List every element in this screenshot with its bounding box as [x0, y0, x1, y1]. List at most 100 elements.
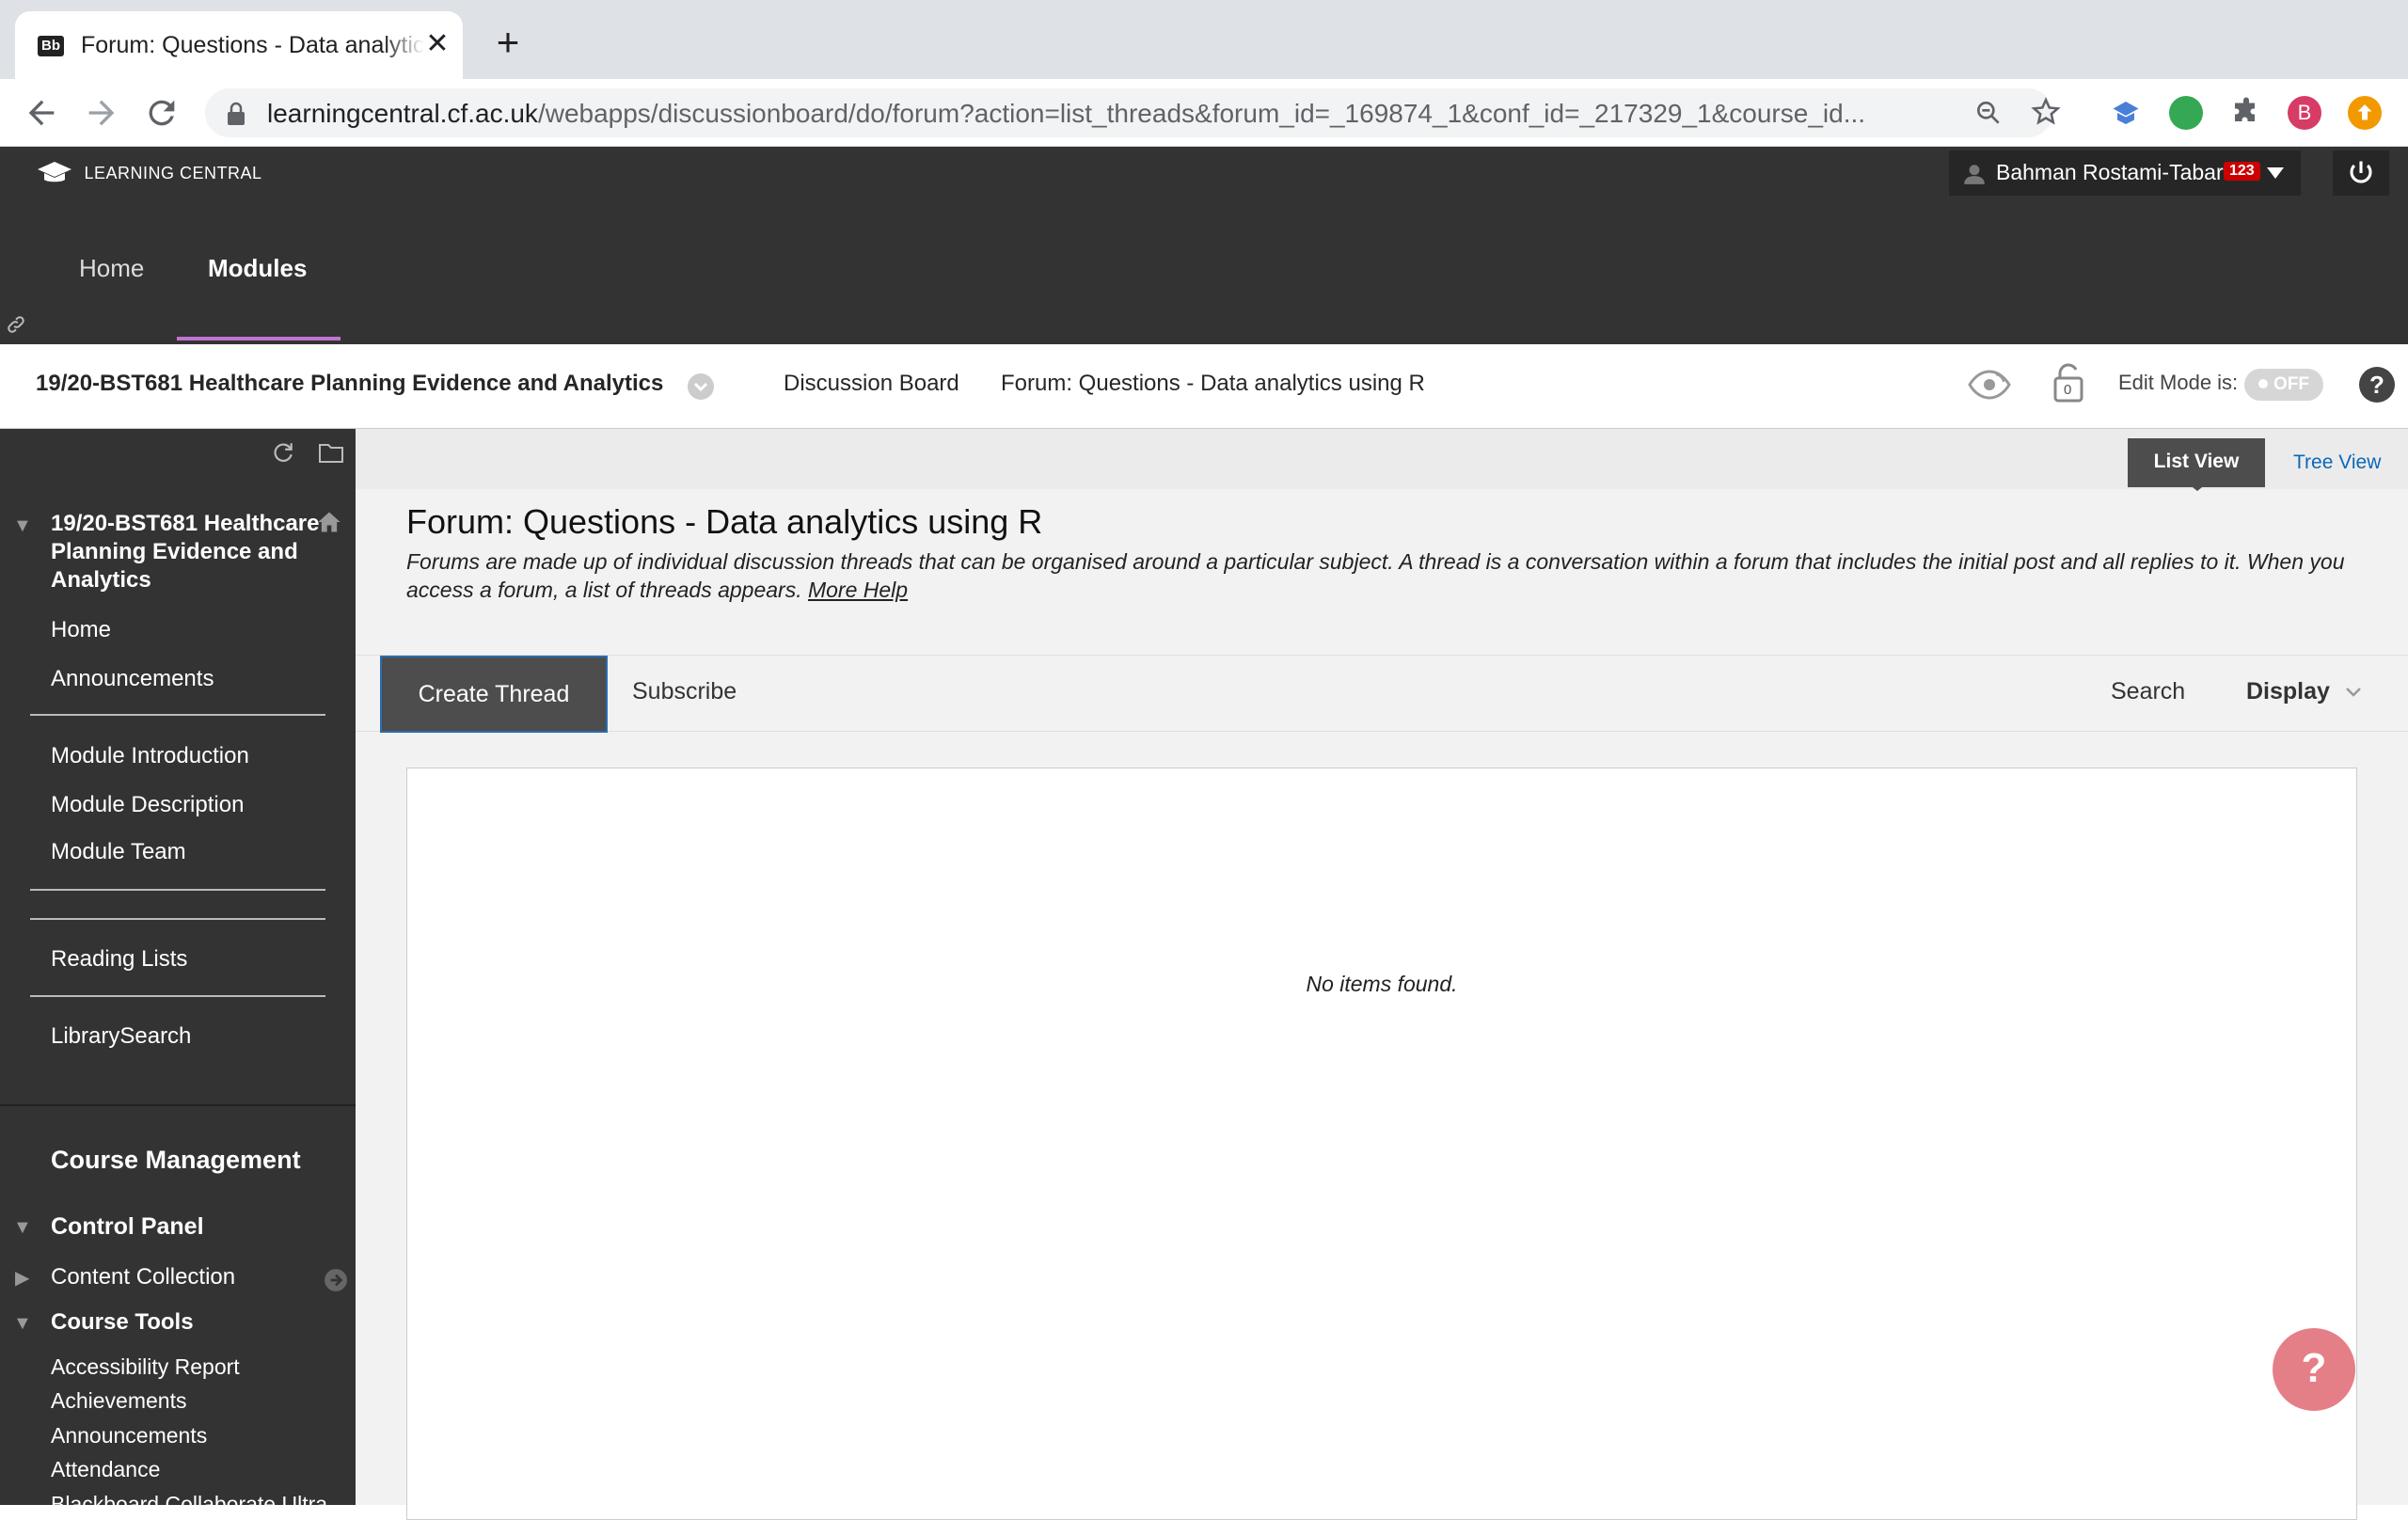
url-host: learningcentral.cf.ac.uk: [267, 99, 538, 128]
tab-title: Forum: Questions - Data analytics using …: [81, 32, 424, 58]
active-tab-pointer: [2188, 483, 2207, 491]
course-tool-item[interactable]: Attendance: [51, 1457, 160, 1482]
logout-button[interactable]: [2333, 150, 2389, 196]
extension-blue-icon[interactable]: [2109, 96, 2143, 130]
edit-mode-label: Edit Mode is:: [2118, 371, 2239, 394]
breadcrumb-bar: 19/20-BST681 Healthcare Planning Evidenc…: [0, 344, 2408, 429]
user-icon: [1964, 165, 1985, 184]
extension-green-icon[interactable]: [2169, 96, 2203, 130]
breadcrumb-discussion-board[interactable]: Discussion Board: [784, 371, 959, 397]
control-panel-heading[interactable]: Control Panel: [51, 1213, 204, 1241]
subscribe-button[interactable]: Subscribe: [632, 678, 737, 705]
course-tool-item[interactable]: Blackboard Collaborate Ultra: [51, 1492, 327, 1505]
user-menu[interactable]: Bahman Rostami-Tabar 123: [1949, 150, 2301, 196]
back-icon[interactable]: [23, 94, 60, 132]
star-icon[interactable]: [2030, 96, 2062, 133]
breadcrumb-course[interactable]: 19/20-BST681 Healthcare Planning Evidenc…: [36, 371, 663, 397]
course-tool-item[interactable]: Announcements: [51, 1423, 207, 1449]
forum-description: Forums are made up of individual discuss…: [406, 547, 2382, 604]
lock-icon[interactable]: [226, 102, 246, 131]
site-logo[interactable]: LEARNING CENTRAL: [36, 160, 262, 188]
url-text[interactable]: learningcentral.cf.ac.uk/webapps/discuss…: [267, 99, 1960, 129]
sidebar-divider: [30, 889, 325, 891]
action-bar: Create Thread Subscribe Search Display: [356, 655, 2408, 733]
forum-description-text: Forums are made up of individual discuss…: [406, 549, 2345, 602]
puzzle-icon[interactable]: [2229, 96, 2263, 130]
sidebar-divider: [30, 918, 325, 920]
sidebar-section-divider: [0, 1104, 356, 1106]
browser-tab[interactable]: Bb Forum: Questions - Data analytics usi…: [15, 11, 463, 79]
power-icon: [2350, 161, 2372, 183]
create-thread-button[interactable]: Create Thread: [380, 656, 608, 733]
tab-tree-view[interactable]: Tree View: [2293, 451, 2381, 474]
course-sidebar: ▼ 19/20-BST681 Healthcare Planning Evide…: [0, 429, 356, 1505]
edit-mode-toggle[interactable]: OFF: [2244, 369, 2323, 401]
thread-list: No items found.: [406, 768, 2357, 1520]
sidebar-item-reading-lists[interactable]: Reading Lists: [51, 946, 187, 973]
sidebar-item-announcements[interactable]: Announcements: [51, 666, 214, 692]
expand-content-collection-icon[interactable]: ▶: [15, 1266, 29, 1290]
display-label: Display: [2246, 678, 2330, 705]
sidebar-divider: [30, 714, 325, 716]
sidebar-item-module-introduction[interactable]: Module Introduction: [51, 743, 249, 769]
folder-view-icon[interactable]: [318, 440, 344, 465]
notification-badge[interactable]: 123: [2224, 162, 2260, 181]
profile-icon[interactable]: B: [2288, 96, 2321, 130]
sidebar-item-content-collection[interactable]: Content Collection: [51, 1264, 235, 1290]
site-header: LEARNING CENTRAL Bahman Rostami-Tabar 12…: [0, 147, 2408, 344]
display-menu[interactable]: Display: [2246, 678, 2363, 705]
course-menu-chevron-icon[interactable]: [687, 372, 715, 401]
toggle-knob: [2258, 379, 2268, 388]
browser-tabstrip: Bb Forum: Questions - Data analytics usi…: [0, 0, 2408, 79]
site-logo-text: LEARNING CENTRAL: [84, 163, 262, 182]
url-path: /webapps/discussionboard/do/forum?action…: [537, 99, 1866, 128]
course-management-heading: Course Management: [51, 1146, 301, 1174]
close-tab-icon[interactable]: ✕: [421, 28, 453, 60]
help-chat-button[interactable]: ?: [2273, 1328, 2355, 1411]
empty-state-message: No items found.: [1306, 972, 1458, 996]
active-nav-indicator: [177, 337, 341, 340]
sidebar-item-home[interactable]: Home: [51, 617, 111, 643]
collapse-control-panel-icon[interactable]: ▼: [13, 1217, 32, 1239]
sidebar-item-librarysearch[interactable]: LibrarySearch: [51, 1023, 191, 1050]
graduation-cap-icon: [38, 162, 71, 182]
reload-icon[interactable]: [143, 94, 181, 132]
view-tabs: List View Tree View: [356, 429, 2408, 491]
browser-toolbar: learningcentral.cf.ac.uk/webapps/discuss…: [0, 79, 2408, 147]
course-tool-item[interactable]: Achievements: [51, 1388, 186, 1414]
student-preview-icon[interactable]: [1968, 369, 2011, 401]
chevron-down-icon: [2267, 167, 2284, 179]
address-bar[interactable]: learningcentral.cf.ac.uk/webapps/discuss…: [205, 88, 2061, 137]
help-icon[interactable]: ?: [2359, 367, 2395, 403]
nav-modules[interactable]: Modules: [208, 254, 307, 283]
collapse-course-icon[interactable]: ▼: [13, 515, 32, 537]
new-tab-button[interactable]: +: [489, 23, 527, 62]
more-help-link[interactable]: More Help: [808, 578, 908, 602]
sidebar-course-title[interactable]: 19/20-BST681 Healthcare Planning Evidenc…: [51, 510, 324, 594]
zoom-icon[interactable]: [1973, 98, 2004, 133]
tab-list-view[interactable]: List View: [2128, 438, 2265, 487]
collapse-course-tools-icon[interactable]: ▼: [13, 1313, 32, 1335]
chevron-down-icon: [2346, 688, 2361, 697]
user-name: Bahman Rostami-Tabar: [1996, 160, 2224, 184]
breadcrumb-forum: Forum: Questions - Data analytics using …: [1001, 371, 1425, 396]
course-tool-item[interactable]: Accessibility Report: [51, 1354, 240, 1380]
sidebar-item-module-description[interactable]: Module Description: [51, 792, 244, 818]
nav-home[interactable]: Home: [79, 254, 144, 283]
edit-mode-value: OFF: [2273, 374, 2309, 394]
update-icon[interactable]: [2348, 96, 2382, 130]
lock-count: 0: [2064, 382, 2072, 398]
course-tools-heading[interactable]: Course Tools: [51, 1309, 194, 1336]
sidebar-divider: [30, 995, 325, 997]
main-content: List View Tree View Forum: Questions - D…: [356, 429, 2408, 1520]
refresh-icon[interactable]: [271, 440, 295, 465]
sidebar-item-module-team[interactable]: Module Team: [51, 839, 186, 865]
search-button[interactable]: Search: [2111, 678, 2185, 705]
favicon-icon: Bb: [38, 36, 64, 56]
link-icon[interactable]: [6, 314, 26, 335]
forward-icon[interactable]: [83, 94, 120, 132]
home-icon[interactable]: [316, 510, 342, 534]
lock-status-icon[interactable]: 0: [2052, 363, 2084, 407]
content-collection-go-icon[interactable]: [324, 1268, 348, 1292]
page-title: Forum: Questions - Data analytics using …: [406, 502, 1043, 541]
